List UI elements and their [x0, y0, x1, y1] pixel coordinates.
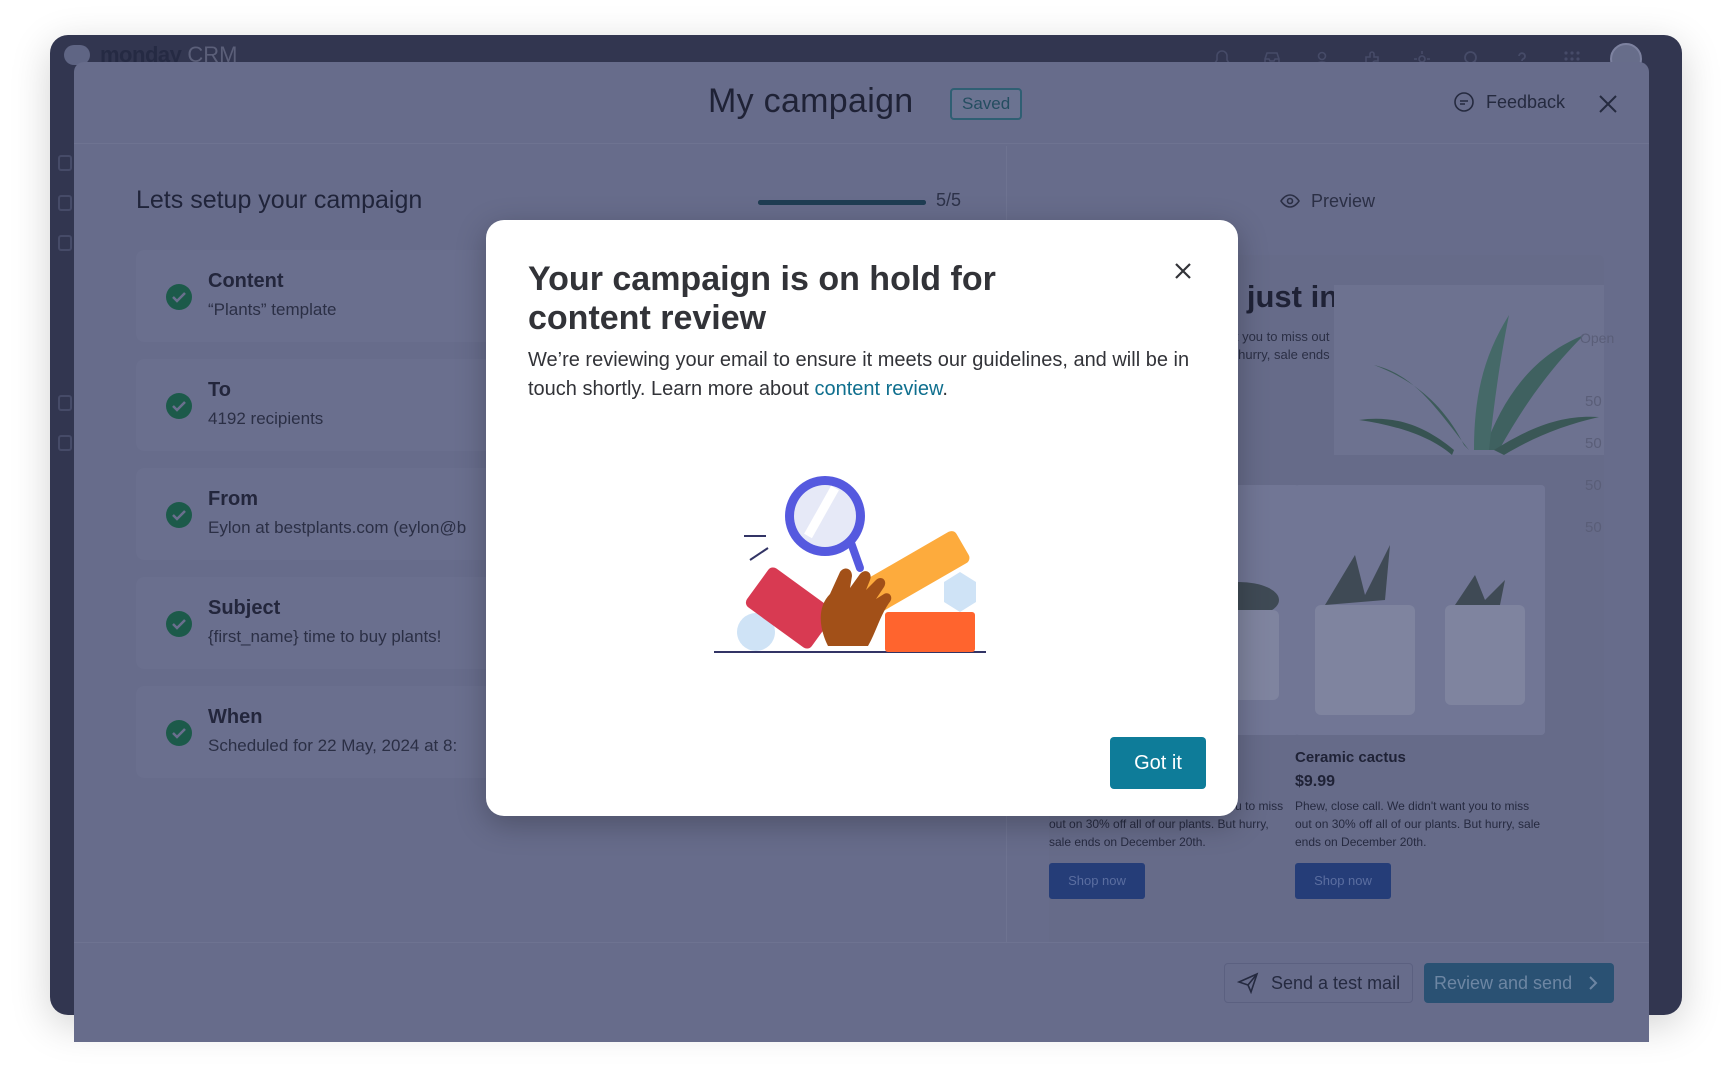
favorites-icon[interactable]	[58, 235, 72, 251]
review-and-send-label: Review and send	[1434, 973, 1573, 993]
background-cell: 50	[1585, 519, 1602, 536]
send-test-mail-button[interactable]: Send a test mail	[1224, 963, 1414, 1003]
check-icon	[166, 720, 192, 746]
step-title: Subject	[208, 597, 281, 619]
board-icon[interactable]	[58, 435, 72, 451]
magnifier-review-illustration	[714, 476, 986, 653]
background-cell: 50	[1585, 477, 1602, 494]
feedback-button[interactable]: Feedback	[1452, 90, 1565, 114]
check-icon	[166, 284, 192, 310]
paper-plane-icon	[1237, 972, 1259, 994]
check-icon	[166, 611, 192, 637]
campaign-header: My campaign Saved Feedback	[74, 62, 1649, 144]
shop-now-button[interactable]: Shop now	[1049, 863, 1145, 899]
step-title: When	[208, 706, 263, 728]
feedback-icon	[1454, 92, 1474, 112]
dialog-body-end: .	[942, 378, 948, 400]
progress-fill	[758, 200, 926, 205]
step-title: From	[208, 488, 258, 510]
step-title: To	[208, 379, 231, 401]
dialog-body: We’re reviewing your email to ensure it …	[528, 346, 1208, 404]
left-rail	[50, 95, 75, 995]
step-title: Content	[208, 270, 284, 292]
progress-text: 5/5	[936, 190, 962, 210]
footer-bar: Send a test mail Review and send	[74, 942, 1649, 1042]
chevron-right-icon	[1589, 976, 1598, 990]
check-icon	[166, 502, 192, 528]
close-panel-icon[interactable]	[1594, 90, 1622, 118]
review-and-send-button[interactable]: Review and send	[1424, 963, 1615, 1003]
work-icon[interactable]	[58, 195, 72, 211]
content-review-dialog: Your campaign is on hold for content rev…	[486, 220, 1238, 816]
home-icon[interactable]	[58, 155, 72, 171]
content-review-link[interactable]: content review	[814, 378, 942, 400]
preview-toggle[interactable]: Preview	[1279, 190, 1375, 212]
shop-now-button[interactable]: Shop now	[1295, 863, 1391, 899]
campaign-title: My campaign	[708, 82, 914, 120]
preview-label: Preview	[1311, 190, 1376, 211]
product-title: Ceramic cactus	[1295, 749, 1406, 766]
setup-title: Lets setup your campaign	[136, 186, 423, 214]
succulent-hero-image	[1334, 285, 1604, 455]
feedback-label: Feedback	[1486, 91, 1566, 112]
background-cell: 50	[1585, 393, 1602, 410]
eye-icon	[1280, 194, 1300, 208]
close-dialog-icon[interactable]	[1170, 258, 1196, 284]
got-it-button[interactable]: Got it	[1110, 737, 1206, 789]
step-subtitle: 4192 recipients	[208, 409, 324, 428]
progress-bar	[758, 200, 926, 205]
product-description: Phew, close call. We didn't want you to …	[1295, 799, 1541, 849]
step-subtitle: Eylon at bestplants.com (eylon@b	[208, 518, 467, 537]
background-column-header: Open	[1580, 330, 1615, 346]
status-badge: Saved	[950, 88, 1023, 120]
dialog-title: Your campaign is on hold for content rev…	[528, 260, 996, 337]
step-subtitle: “Plants” template	[208, 300, 337, 319]
background-cell: 50	[1585, 435, 1602, 452]
product-price: $9.99	[1295, 773, 1336, 790]
send-test-mail-label: Send a test mail	[1271, 973, 1401, 993]
check-icon	[166, 393, 192, 419]
step-subtitle: Scheduled for 22 May, 2024 at 8:	[208, 736, 458, 755]
product-image	[1295, 485, 1545, 735]
step-subtitle: {first_name} time to buy plants!	[208, 627, 442, 646]
workspace-icon[interactable]	[58, 395, 72, 411]
